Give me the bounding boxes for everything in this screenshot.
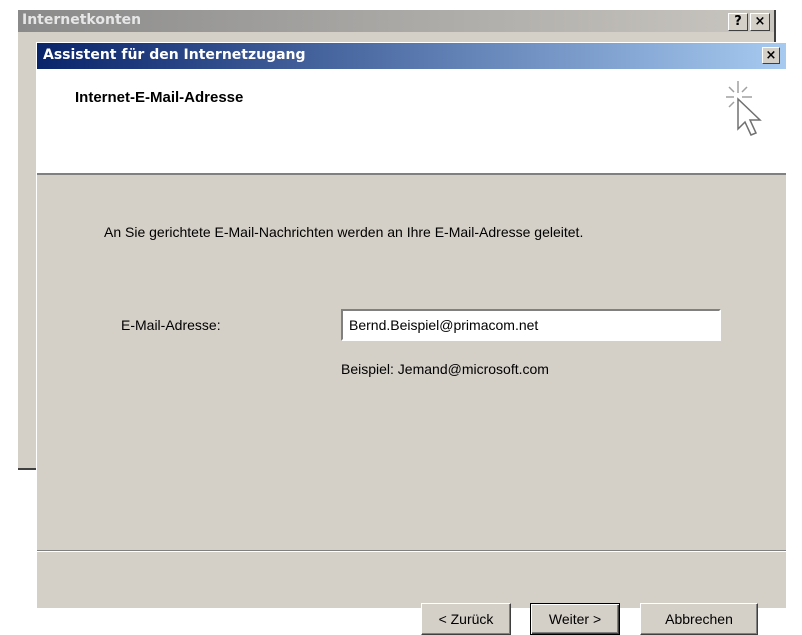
- background-window-title: Internetkonten: [22, 12, 142, 28]
- background-window-titlebar: Internetkonten ? ×: [18, 10, 774, 32]
- dialog-titlebar: Assistent für den Internetzugang ×: [37, 43, 786, 69]
- divider: [37, 550, 786, 552]
- example-hint: Beispiel: Jemand@microsoft.com: [341, 361, 549, 377]
- background-close-button[interactable]: ×: [750, 13, 770, 31]
- page-title: Internet-E-Mail-Adresse: [75, 89, 244, 106]
- email-field[interactable]: [341, 309, 721, 341]
- close-button[interactable]: ×: [762, 47, 780, 64]
- dialog-title: Assistent für den Internetzugang: [43, 47, 306, 63]
- wizard-dialog: Assistent für den Internetzugang × Inter…: [36, 42, 786, 635]
- email-label: E-Mail-Adresse:: [121, 317, 221, 333]
- cursor-sparkle-icon: [726, 81, 762, 136]
- wizard-header: Internet-E-Mail-Adresse: [37, 69, 786, 175]
- help-button[interactable]: ?: [728, 13, 748, 31]
- description-text: An Sie gerichtete E-Mail-Nachrichten wer…: [104, 224, 584, 240]
